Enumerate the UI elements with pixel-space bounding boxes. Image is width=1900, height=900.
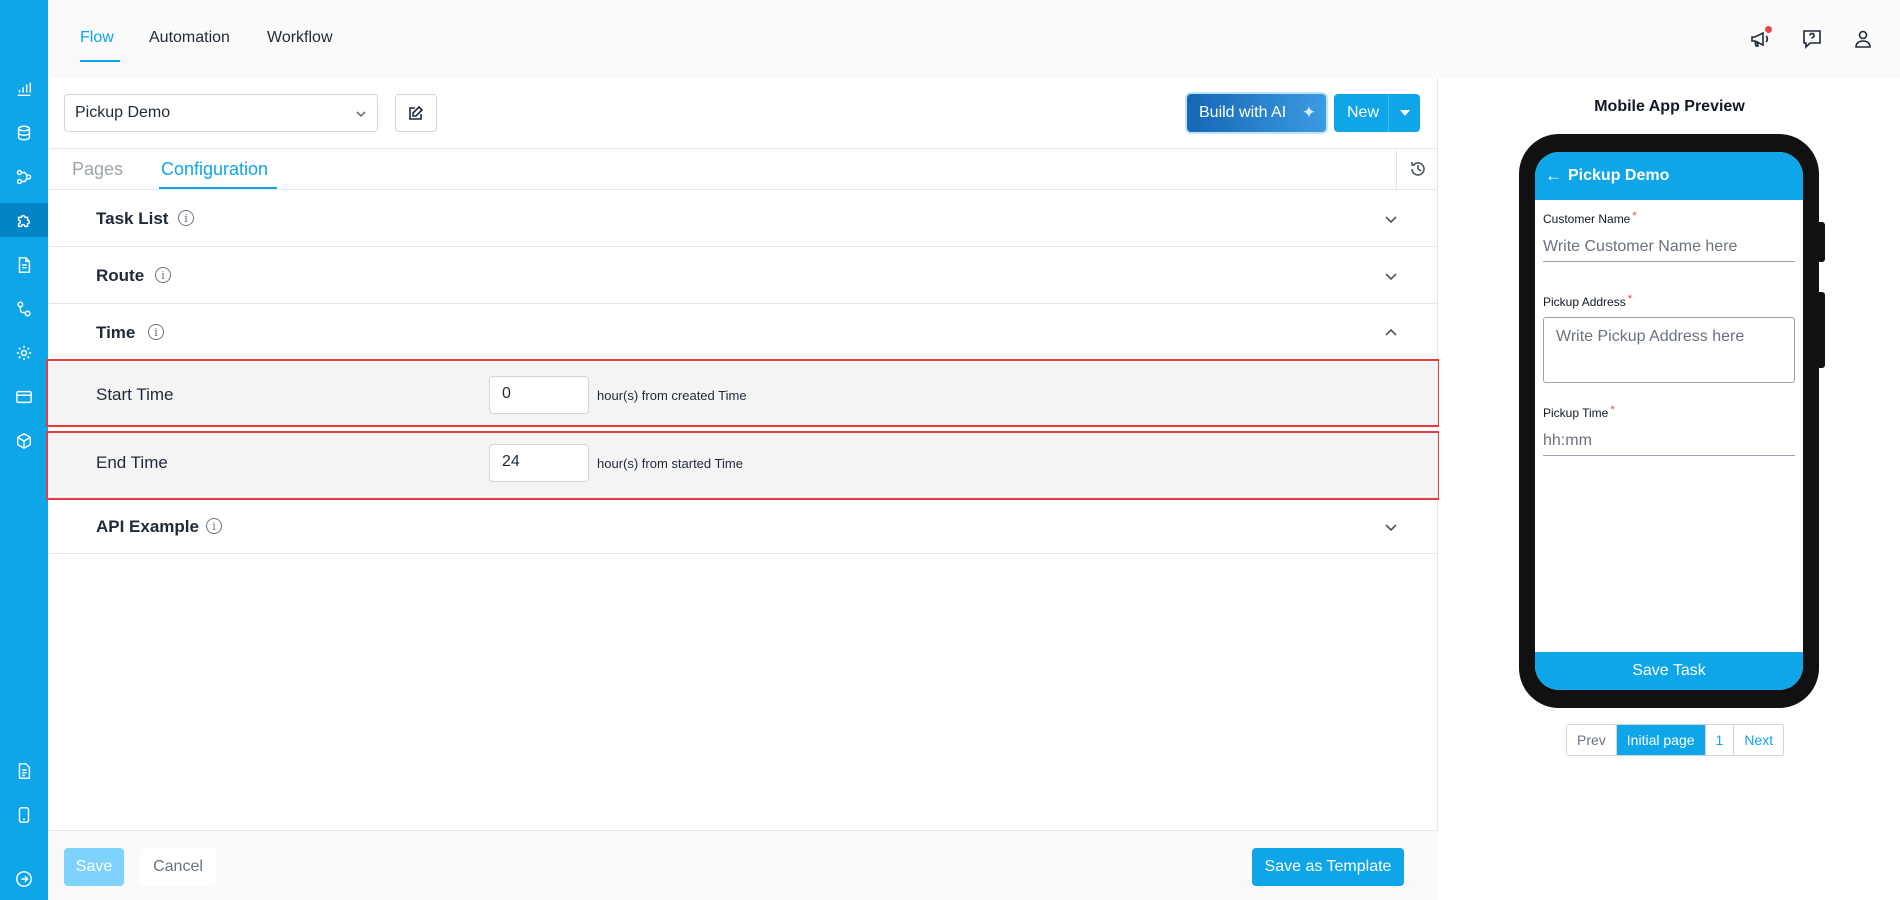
required-mark: * bbox=[1610, 404, 1615, 416]
route-icon[interactable] bbox=[14, 299, 34, 319]
user-icon[interactable] bbox=[1852, 28, 1874, 50]
chevron-down-icon[interactable] bbox=[1384, 520, 1398, 534]
history-button[interactable] bbox=[1396, 149, 1438, 189]
flow-icon[interactable] bbox=[14, 167, 34, 187]
mobile-preview-panel: Mobile App Preview ← Pickup Demo Custome… bbox=[1439, 78, 1900, 900]
phone-side-button bbox=[1819, 222, 1825, 262]
notification-dot bbox=[1765, 26, 1772, 33]
pager-prev[interactable]: Prev bbox=[1567, 725, 1616, 755]
new-button[interactable]: New bbox=[1334, 94, 1420, 132]
puzzle-icon[interactable] bbox=[14, 211, 34, 231]
required-mark: * bbox=[1627, 293, 1632, 305]
flow-select[interactable]: Pickup Demo bbox=[64, 94, 378, 132]
report-icon[interactable] bbox=[14, 761, 34, 781]
pickup-time-label: Pickup Time * bbox=[1543, 404, 1615, 420]
cancel-button[interactable]: Cancel bbox=[140, 848, 216, 886]
back-arrow-icon[interactable]: ← bbox=[1545, 166, 1562, 186]
annotation-box-2 bbox=[46, 431, 1440, 500]
build-with-ai-button[interactable]: Build with AI ✦ bbox=[1187, 94, 1326, 132]
history-icon bbox=[1410, 162, 1425, 176]
new-button-divider bbox=[1388, 94, 1389, 132]
build-with-ai-label: Build with AI bbox=[1199, 104, 1287, 121]
section-title-time: Time bbox=[96, 323, 136, 342]
info-icon[interactable]: i bbox=[148, 324, 164, 340]
sparkle-icon: ✦ bbox=[1301, 103, 1316, 122]
phone-side-button bbox=[1819, 292, 1825, 368]
chevron-up-icon[interactable] bbox=[1384, 326, 1398, 340]
customer-name-label: Customer Name * bbox=[1543, 210, 1637, 226]
pickup-time-label-text: Pickup Time bbox=[1543, 406, 1609, 420]
phone-screen: ← Pickup Demo Customer Name * Write Custo… bbox=[1535, 152, 1803, 690]
edit-icon bbox=[409, 105, 424, 120]
flow-select-value: Pickup Demo bbox=[75, 104, 171, 121]
footer-bar: Save Cancel Save as Template bbox=[48, 830, 1438, 900]
help-chat-icon[interactable] bbox=[1801, 28, 1823, 50]
chevron-down-icon[interactable] bbox=[1384, 212, 1398, 226]
chart-icon[interactable] bbox=[14, 79, 34, 99]
section-title-task-list: Task List bbox=[96, 209, 169, 228]
tab-automation[interactable]: Automation bbox=[149, 29, 230, 47]
section-api-example[interactable]: API Example i bbox=[48, 497, 1438, 554]
save-as-template-button[interactable]: Save as Template bbox=[1252, 848, 1404, 886]
required-mark: * bbox=[1632, 210, 1637, 222]
pickup-time-input[interactable]: hh:mm bbox=[1543, 426, 1795, 456]
save-task-button[interactable]: Save Task bbox=[1535, 652, 1803, 690]
tab-pages[interactable]: Pages bbox=[72, 159, 123, 180]
box-icon[interactable] bbox=[14, 431, 34, 451]
settings-icon[interactable] bbox=[14, 343, 34, 363]
tab-active-underline bbox=[80, 60, 120, 62]
top-navigation: Flow Automation Workflow bbox=[48, 0, 1900, 78]
sub-tabs: Pages Configuration bbox=[48, 148, 1438, 190]
tab-flow[interactable]: Flow bbox=[80, 29, 114, 47]
preview-title: Mobile App Preview bbox=[1594, 98, 1745, 115]
pickup-address-label-text: Pickup Address bbox=[1543, 295, 1626, 309]
customer-name-input[interactable]: Write Customer Name here bbox=[1543, 232, 1795, 262]
info-icon[interactable]: i bbox=[206, 518, 222, 534]
megaphone-icon[interactable] bbox=[1749, 26, 1772, 50]
phone-frame: ← Pickup Demo Customer Name * Write Custo… bbox=[1519, 134, 1825, 708]
mobile-icon[interactable] bbox=[14, 805, 34, 825]
subtab-active-underline bbox=[159, 187, 277, 189]
preview-pagination: Prev Initial page 1 Next bbox=[1566, 724, 1785, 756]
database-icon[interactable] bbox=[14, 123, 34, 143]
info-icon[interactable]: i bbox=[155, 267, 171, 283]
tab-workflow[interactable]: Workflow bbox=[267, 29, 333, 47]
card-icon[interactable] bbox=[14, 387, 34, 407]
tab-configuration[interactable]: Configuration bbox=[161, 159, 268, 180]
pager-initial-page[interactable]: Initial page bbox=[1615, 725, 1705, 755]
logout-icon[interactable] bbox=[14, 869, 34, 889]
app-title: Pickup Demo bbox=[1568, 167, 1670, 184]
annotation-box-1 bbox=[46, 359, 1440, 427]
pager-next[interactable]: Next bbox=[1733, 725, 1783, 755]
document-icon[interactable] bbox=[14, 255, 34, 275]
pager-page-1[interactable]: 1 bbox=[1704, 725, 1734, 755]
caret-down-icon[interactable] bbox=[1400, 110, 1410, 116]
section-title-api-example: API Example bbox=[96, 517, 199, 536]
edit-flow-button[interactable] bbox=[395, 94, 437, 132]
app-header: ← Pickup Demo bbox=[1535, 152, 1803, 200]
section-title-route: Route bbox=[96, 266, 145, 285]
info-icon[interactable]: i bbox=[178, 210, 194, 226]
new-button-label: New bbox=[1347, 104, 1380, 121]
chevron-down-icon[interactable] bbox=[1384, 269, 1398, 283]
sidebar bbox=[0, 0, 48, 900]
chevron-down-icon bbox=[355, 107, 367, 119]
section-time[interactable]: Time i bbox=[48, 304, 1438, 361]
pickup-address-textarea[interactable]: Write Pickup Address here bbox=[1543, 317, 1795, 383]
save-button[interactable]: Save bbox=[64, 848, 124, 886]
section-route[interactable]: Route i bbox=[48, 247, 1438, 304]
customer-name-label-text: Customer Name bbox=[1543, 212, 1631, 226]
section-task-list[interactable]: Task List i bbox=[48, 190, 1438, 247]
pickup-address-label: Pickup Address * bbox=[1543, 293, 1632, 309]
